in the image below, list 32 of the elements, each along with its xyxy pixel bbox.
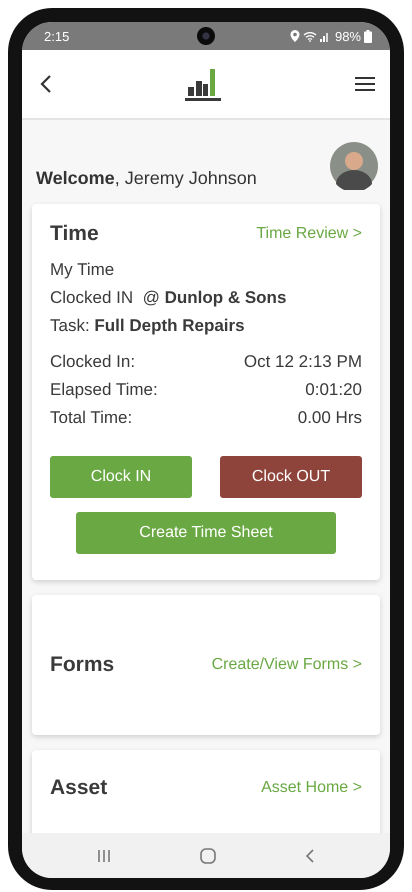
section-link[interactable]: Create/View Forms > (212, 656, 362, 674)
back-icon[interactable] (40, 74, 52, 94)
battery-icon (364, 30, 372, 42)
detail-label: Clocked In: (50, 352, 136, 372)
location-icon (290, 30, 300, 42)
action-button[interactable]: Clock IN (50, 456, 192, 498)
welcome-text: Welcome, Jeremy Johnson (36, 168, 257, 189)
status-time: 2:15 (44, 28, 70, 44)
detail-value: Oct 12 2:13 PM (244, 352, 362, 372)
recent-apps-icon[interactable] (96, 848, 111, 862)
info-line: My Time (50, 260, 116, 280)
home-icon[interactable] (200, 848, 216, 864)
section-link[interactable]: Asset Home > (261, 779, 362, 797)
signal-icon (320, 30, 330, 42)
battery-level: 98% (334, 28, 361, 44)
menu-icon[interactable] (354, 75, 376, 93)
detail-label: Elapsed Time: (50, 380, 158, 400)
info-line: Task: Full Depth Repairs (50, 316, 246, 336)
info-line: Clocked IN @ Dunlop & Sons (50, 288, 288, 308)
detail-value: 0.00 Hrs (298, 408, 362, 428)
detail-value: 0:01:20 (305, 380, 362, 400)
back-nav-icon[interactable] (305, 848, 316, 864)
action-button[interactable]: Clock OUT (220, 456, 362, 498)
time-review-link[interactable]: Time Review > (256, 225, 362, 243)
camera-lens-icon (197, 27, 215, 45)
action-button[interactable]: Create Time Sheet (76, 512, 336, 554)
card-title: Asset (50, 776, 108, 800)
card-title: Forms (50, 653, 114, 677)
detail-label: Total Time: (50, 408, 132, 428)
avatar-icon[interactable] (330, 142, 378, 190)
card-title: Time (50, 222, 99, 246)
wifi-icon (302, 30, 317, 42)
